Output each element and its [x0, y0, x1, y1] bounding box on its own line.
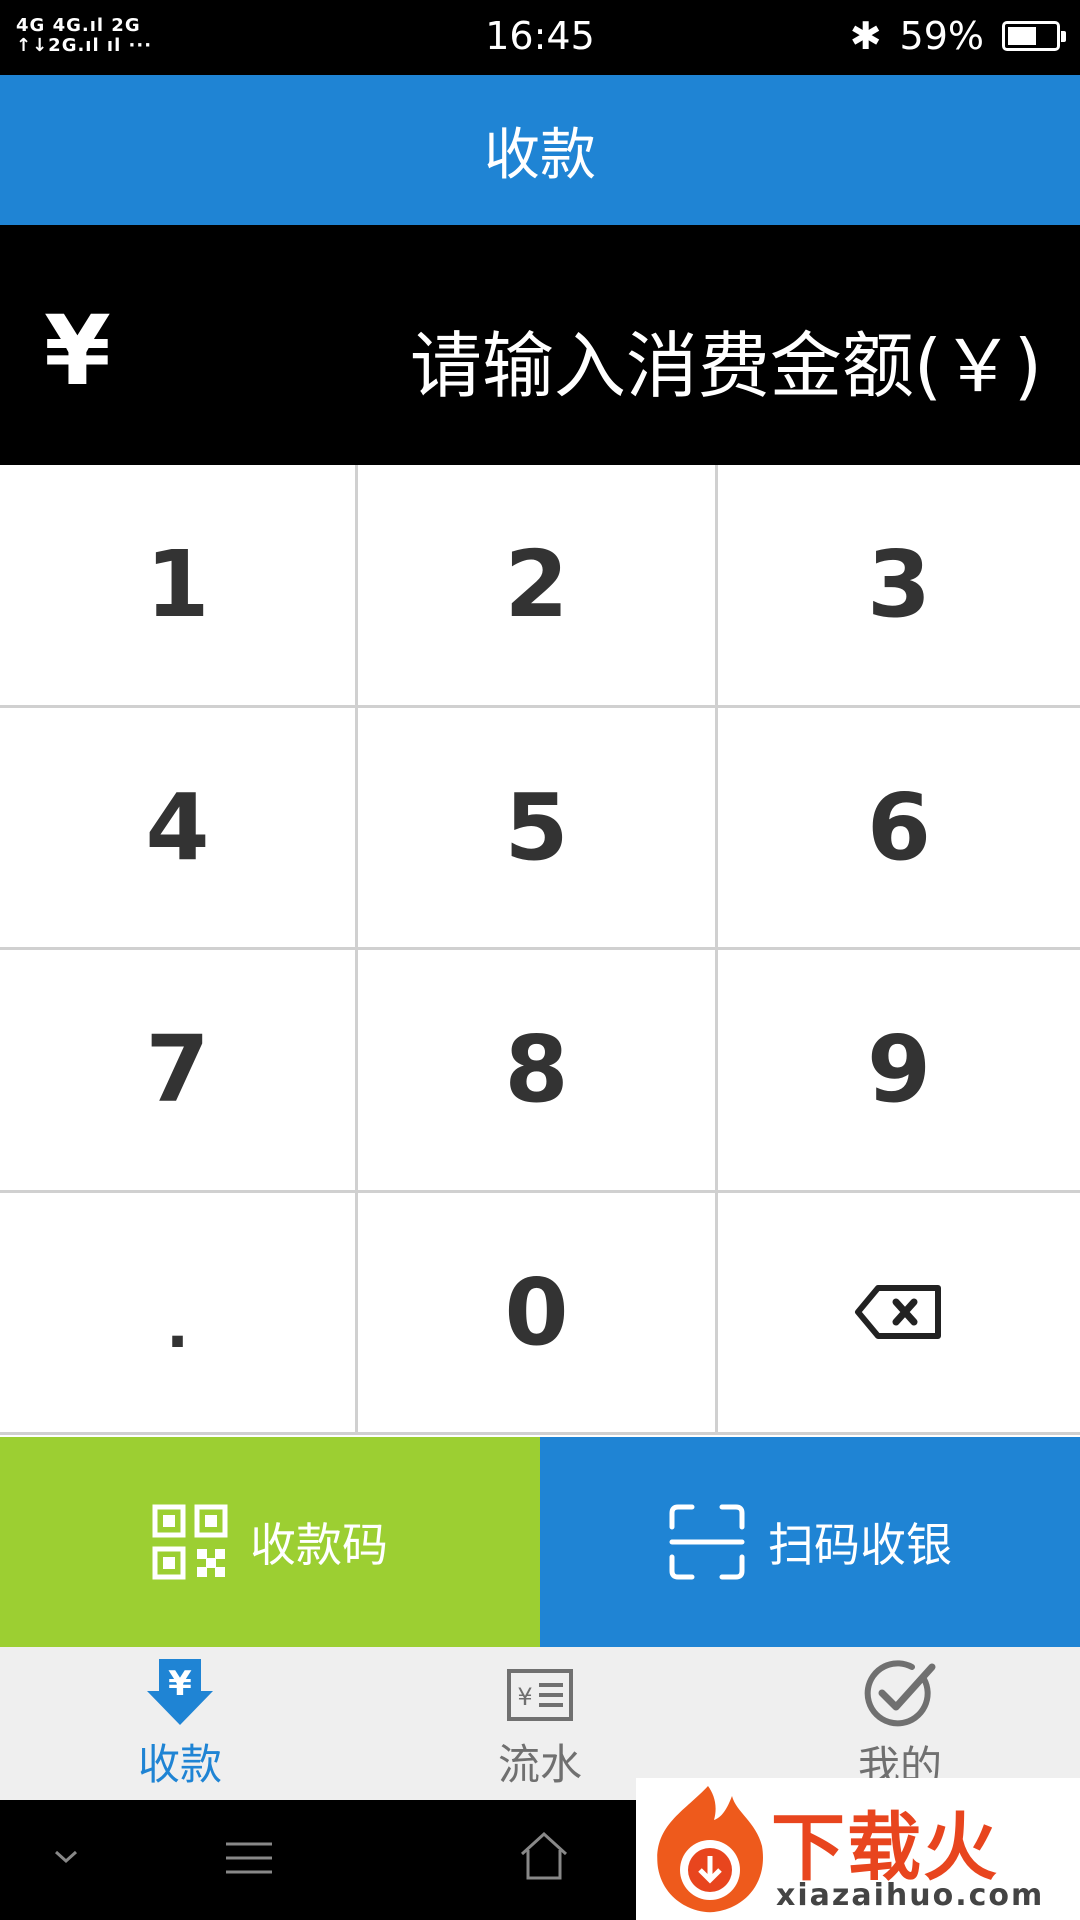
- key-8[interactable]: 8: [358, 950, 718, 1193]
- scan-icon: [669, 1504, 745, 1580]
- page-title: 收款: [484, 122, 596, 188]
- chevron-down-icon[interactable]: [52, 1848, 80, 1866]
- backspace-key[interactable]: [718, 1193, 1080, 1435]
- bluetooth-icon: ✱: [849, 14, 882, 58]
- receipt-icon: ¥: [507, 1669, 573, 1721]
- status-bar: 4G 4G.ıl 2G ↑↓2G.ıl ıl ··· 16:45 ✱ 59%: [0, 0, 1080, 75]
- key-0[interactable]: 0: [358, 1192, 718, 1435]
- key-5[interactable]: 5: [358, 707, 718, 950]
- key-dot[interactable]: .: [0, 1192, 358, 1435]
- amount-display[interactable]: ¥ 请输入消费金额(￥): [0, 225, 1080, 465]
- scan-checkout-label: 扫码收银: [768, 1518, 952, 1572]
- qr-code-button[interactable]: 收款码: [0, 1437, 540, 1647]
- key-6[interactable]: 6: [718, 708, 1080, 950]
- check-circle-icon: [864, 1660, 936, 1727]
- key-1[interactable]: 1: [0, 465, 358, 708]
- scan-checkout-button[interactable]: 扫码收银: [540, 1437, 1080, 1647]
- menu-icon[interactable]: [224, 1840, 274, 1876]
- flame-logo-icon: [657, 1786, 763, 1913]
- key-3[interactable]: 3: [718, 465, 1080, 708]
- battery-percent: 59%: [899, 14, 984, 58]
- key-9[interactable]: 9: [718, 950, 1080, 1193]
- watermark-site: xiazaihuo.com: [776, 1878, 1045, 1913]
- key-7[interactable]: 7: [0, 950, 358, 1193]
- tab-collect-label: 收款: [137, 1740, 222, 1789]
- tab-transactions-label: 流水: [497, 1740, 582, 1789]
- title-bar: 收款: [0, 75, 1080, 225]
- amount-placeholder: 请输入消费金额(￥): [409, 324, 1042, 408]
- key-2[interactable]: 2: [358, 465, 718, 708]
- watermark-logo: 下载火 xiazaihuo.com: [636, 1778, 1080, 1920]
- download-yen-icon: ¥: [147, 1659, 213, 1725]
- qr-code-label: 收款码: [250, 1518, 388, 1572]
- action-row: 收款码 扫码收银: [0, 1437, 1080, 1647]
- svg-text:¥: ¥: [517, 1683, 532, 1711]
- tab-collect[interactable]: ¥ 收款: [0, 1647, 360, 1800]
- key-4[interactable]: 4: [0, 707, 358, 950]
- qr-code-icon: [152, 1504, 228, 1580]
- backspace-icon: [855, 1285, 941, 1340]
- svg-text:¥: ¥: [168, 1664, 192, 1704]
- battery-icon: [1002, 21, 1066, 51]
- home-icon[interactable]: [518, 1830, 570, 1882]
- currency-symbol: ¥: [44, 295, 111, 407]
- numeric-keypad: 1 2 3 4 5 6 7 8 9 . 0: [0, 465, 1080, 1435]
